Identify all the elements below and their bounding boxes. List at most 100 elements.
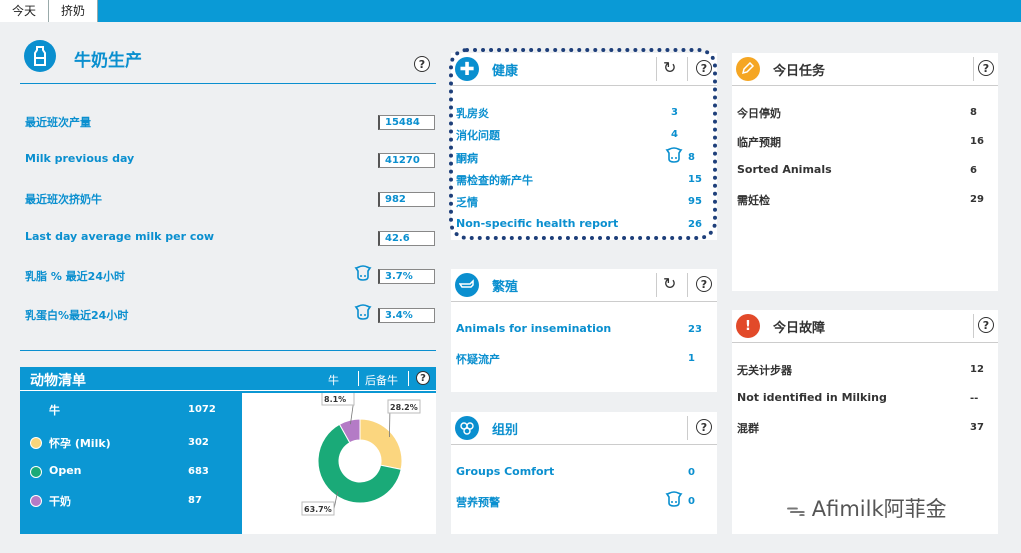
- watermark-text: Afimilk阿菲金: [811, 497, 947, 521]
- animal-row-label: 干奶: [49, 495, 71, 508]
- animal-row-value: 87: [188, 495, 202, 506]
- highlight-dotted-outline: [449, 48, 717, 240]
- wechat-icon: ᯓ: [786, 496, 806, 521]
- header-separator: [973, 57, 974, 81]
- breeding-row-label[interactable]: Animals for insemination: [456, 322, 611, 335]
- tasks-header-divider: [732, 85, 998, 86]
- breeding-row-value[interactable]: 23: [688, 324, 713, 335]
- milk-row-label: 最近班次产量: [25, 116, 91, 129]
- milk-row-value: 982: [378, 192, 435, 207]
- faults-help-icon[interactable]: ?: [978, 317, 994, 333]
- milk-row-label: 最近班次挤奶牛: [25, 193, 102, 206]
- animal-row-value: 683: [188, 466, 209, 477]
- breeding-header-divider: [451, 301, 717, 302]
- cow-icon: [354, 265, 372, 285]
- groups-title: 组别: [492, 423, 519, 438]
- milk-bottom-divider: [20, 350, 436, 351]
- tab-today[interactable]: 今天: [0, 0, 50, 22]
- donut-slice[interactable]: [359, 418, 403, 470]
- milk-row-value: 41270: [378, 153, 435, 168]
- task-row-value[interactable]: 16: [970, 136, 984, 147]
- pregnant-legend-dot: [30, 437, 42, 449]
- page-title: 牛奶生产: [74, 51, 142, 71]
- tab-bar: 今天 挤奶: [0, 0, 99, 22]
- milk-row-label: 乳蛋白%最近24小时: [25, 309, 129, 322]
- groups-help-icon[interactable]: ?: [696, 419, 712, 435]
- fault-row-value[interactable]: --: [970, 393, 978, 404]
- breeding-row-label[interactable]: 怀疑流产: [456, 351, 500, 367]
- milk-bottle-icon: [24, 40, 56, 72]
- fault-row-label[interactable]: 无关计步器: [737, 362, 792, 378]
- groups-row-value[interactable]: 0: [688, 467, 713, 478]
- animal-row-label: 牛: [49, 404, 60, 417]
- groups-row-label[interactable]: 营养预警: [456, 494, 500, 510]
- milk-divider: [20, 83, 436, 84]
- donut-data-label: 63.7%: [304, 505, 332, 514]
- animal-list-title: 动物清单: [30, 373, 86, 389]
- breeding-row-value[interactable]: 1: [688, 353, 713, 364]
- breeding-help-icon[interactable]: ?: [696, 276, 712, 292]
- groups-icon: [455, 416, 479, 440]
- task-row-value[interactable]: 8: [970, 107, 977, 118]
- milk-help-icon[interactable]: ?: [414, 56, 430, 72]
- chart-area: 28.2% 63.7% 8.1%: [242, 391, 436, 534]
- groups-row-label[interactable]: Groups Comfort: [456, 465, 554, 478]
- breeding-title: 繁殖: [492, 280, 519, 295]
- pencil-icon: [736, 57, 760, 81]
- task-row-label[interactable]: 临产预期: [737, 134, 781, 150]
- animals-help-icon[interactable]: ?: [416, 371, 430, 385]
- milk-row-value: 3.7%: [378, 269, 435, 284]
- task-row-label[interactable]: 今日停奶: [737, 105, 781, 121]
- tasks-help-icon[interactable]: ?: [978, 60, 994, 76]
- milk-row-label: Last day average milk per cow: [25, 230, 215, 243]
- fault-row-label[interactable]: 混群: [737, 420, 759, 436]
- watermark: ᯓ Afimilk阿菲金: [786, 493, 947, 523]
- task-row-label[interactable]: 需妊检: [737, 192, 770, 208]
- header-separator: [687, 273, 688, 297]
- milk-row-value: 15484: [378, 115, 435, 130]
- animal-list-header: 动物清单 牛 后备牛 ?: [20, 367, 436, 391]
- tasks-panel: 今日任务 ? 今日停奶 8 临产预期 16 Sorted Animals 6 需…: [732, 53, 998, 291]
- donut-data-label: 8.1%: [324, 395, 346, 404]
- animal-row-value: 302: [188, 437, 209, 448]
- animal-list-panel: 动物清单 牛 后备牛 ? 牛 1072 怀孕 (Milk) 302 Open 6…: [20, 367, 436, 534]
- milk-row-value: 42.6: [378, 231, 435, 246]
- cow-icon: [354, 304, 372, 324]
- header-separator: [656, 273, 657, 297]
- groups-panel: 组别 ? Groups Comfort 0 营养预警 0: [451, 412, 717, 534]
- animal-donut-chart: 28.2% 63.7% 8.1%: [301, 391, 421, 516]
- tab-heifers[interactable]: 后备牛: [365, 372, 398, 388]
- tab-milking[interactable]: 挤奶: [49, 0, 99, 22]
- milk-row-label: 乳脂 % 最近24小时: [25, 270, 125, 283]
- groups-row-value[interactable]: 0: [688, 496, 713, 507]
- tab-cows[interactable]: 牛: [328, 372, 339, 388]
- fault-row-label[interactable]: Not identified in Milking: [737, 391, 887, 404]
- faults-header-divider: [732, 342, 998, 343]
- breeding-panel: 繁殖 ↻ ? Animals for insemination 23 怀疑流产 …: [451, 269, 717, 392]
- milk-row-value: 3.4%: [378, 308, 435, 323]
- fault-row-value[interactable]: 12: [970, 364, 984, 375]
- tab-separator: [358, 371, 359, 386]
- refresh-icon[interactable]: ↻: [663, 274, 676, 293]
- breeding-cow-icon: [455, 273, 479, 297]
- animal-row-label: 怀孕 (Milk): [49, 437, 111, 450]
- faults-title: 今日故障: [773, 321, 826, 336]
- groups-header-divider: [451, 444, 717, 445]
- task-row-label[interactable]: Sorted Animals: [737, 163, 832, 176]
- tasks-title: 今日任务: [773, 64, 826, 79]
- task-row-value[interactable]: 6: [970, 165, 977, 176]
- warning-icon: !: [736, 314, 760, 338]
- milk-row-label: Milk previous day: [25, 152, 135, 165]
- animal-row-value: 1072: [188, 404, 216, 415]
- header-separator: [687, 416, 688, 440]
- fault-row-value[interactable]: 37: [970, 422, 984, 433]
- animal-row-label: Open: [49, 464, 82, 477]
- tab-separator: [408, 371, 409, 386]
- donut-data-label: 28.2%: [390, 403, 418, 412]
- cow-icon: [665, 491, 683, 511]
- open-legend-dot: [30, 466, 42, 478]
- header-separator: [973, 314, 974, 338]
- dry-legend-dot: [30, 495, 42, 507]
- top-bar: [0, 0, 1021, 22]
- task-row-value[interactable]: 29: [970, 194, 984, 205]
